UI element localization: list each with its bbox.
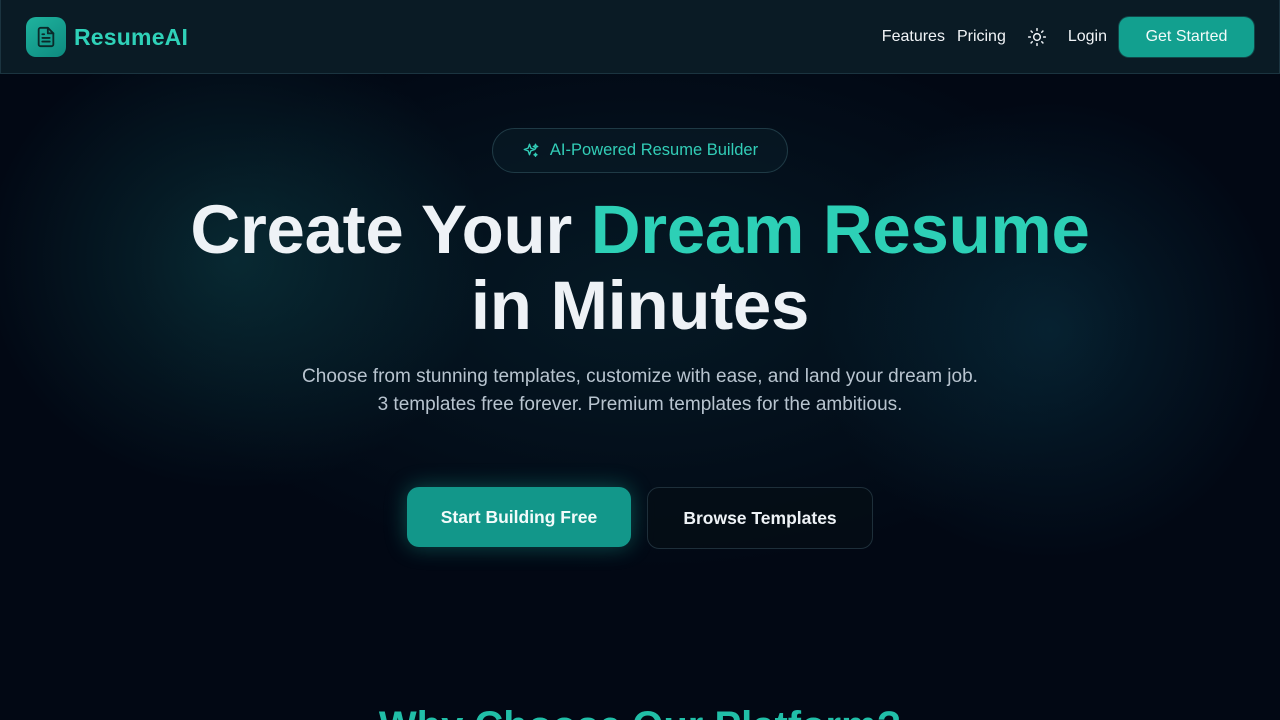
hero-badge: AI-Powered Resume Builder (492, 128, 788, 173)
get-started-button[interactable]: Get Started (1119, 17, 1254, 57)
headline-accent: Dream Resume (590, 191, 1090, 268)
nav-link-features[interactable]: Features (882, 28, 945, 46)
nav-links: Features Pricing Login Get Started (882, 17, 1254, 57)
features-section-title: Why Choose Our Platform? (0, 702, 1280, 720)
landing-page: ResumeAI Features Pricing Login Get Star… (0, 0, 1280, 720)
document-icon (26, 17, 66, 57)
navbar: ResumeAI Features Pricing Login Get Star… (0, 0, 1280, 74)
sun-icon[interactable] (1026, 26, 1048, 48)
nav-link-pricing[interactable]: Pricing (957, 28, 1006, 46)
headline-part2: in Minutes (470, 267, 810, 344)
headline-part1: Create Your (190, 191, 591, 268)
browse-templates-button[interactable]: Browse Templates (647, 487, 873, 549)
sparkles-icon (522, 142, 540, 160)
hero-subtitle: Choose from stunning templates, customiz… (302, 366, 978, 415)
hero-headline: Create Your Dream Resume in Minutes (0, 192, 1280, 344)
start-building-button[interactable]: Start Building Free (407, 487, 631, 547)
nav-link-login[interactable]: Login (1068, 28, 1107, 46)
badge-text: AI-Powered Resume Builder (549, 141, 759, 159)
brand[interactable]: ResumeAI (26, 17, 188, 57)
brand-name: ResumeAI (74, 23, 189, 50)
